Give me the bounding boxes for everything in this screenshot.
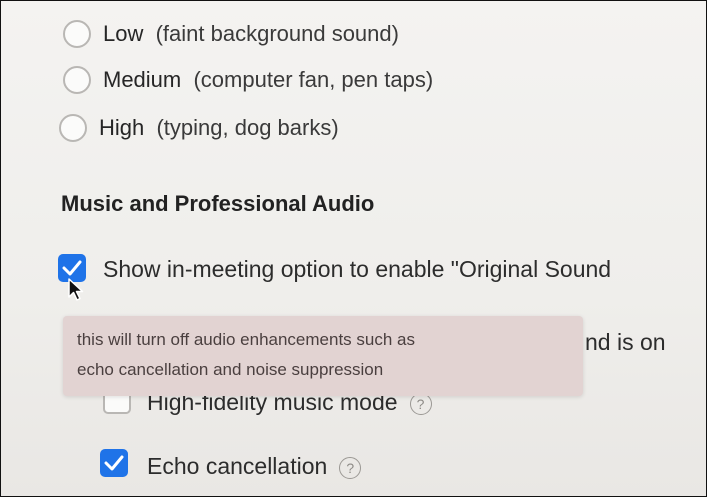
radio-label-low: Low (faint background sound) [103, 21, 399, 47]
tooltip-line-2: echo cancellation and noise suppression [77, 360, 384, 379]
radio-level-desc: (typing, dog barks) [156, 115, 339, 140]
radio-medium[interactable] [63, 66, 91, 94]
radio-level-name: High [99, 115, 145, 140]
radio-row-high[interactable]: High (typing, dog barks) [59, 114, 339, 142]
radio-level-desc: (computer fan, pen taps) [193, 67, 434, 92]
help-icon[interactable]: ? [409, 392, 432, 415]
radio-level-desc: (faint background sound) [155, 21, 399, 46]
echo-cancellation-label: Echo cancellation [147, 453, 328, 479]
original-sound-label: Show in-meeting option to enable "Origin… [103, 256, 612, 282]
checkmark-icon [104, 455, 124, 471]
help-icon[interactable]: ? [339, 456, 362, 479]
tooltip: this will turn off audio enhancements su… [63, 316, 583, 396]
audio-settings-panel: Low (faint background sound) Medium (com… [0, 0, 707, 497]
partially-hidden-text: nd is on [585, 329, 666, 355]
checkmark-icon [62, 260, 82, 276]
mouse-pointer-icon [68, 278, 84, 301]
radio-level-name: Medium [103, 67, 182, 92]
radio-label-medium: Medium (computer fan, pen taps) [103, 67, 433, 93]
section-title: Music and Professional Audio [61, 191, 375, 216]
radio-level-name: Low [103, 21, 144, 46]
radio-row-low[interactable]: Low (faint background sound) [63, 20, 399, 48]
radio-high[interactable] [59, 114, 87, 142]
echo-cancellation-row: Echo cancellation? [147, 453, 362, 480]
radio-row-medium[interactable]: Medium (computer fan, pen taps) [63, 66, 433, 94]
tooltip-line-1: this will turn off audio enhancements su… [77, 330, 415, 349]
radio-label-high: High (typing, dog barks) [99, 115, 339, 141]
radio-low[interactable] [63, 20, 91, 48]
echo-cancellation-checkbox[interactable] [100, 449, 128, 477]
